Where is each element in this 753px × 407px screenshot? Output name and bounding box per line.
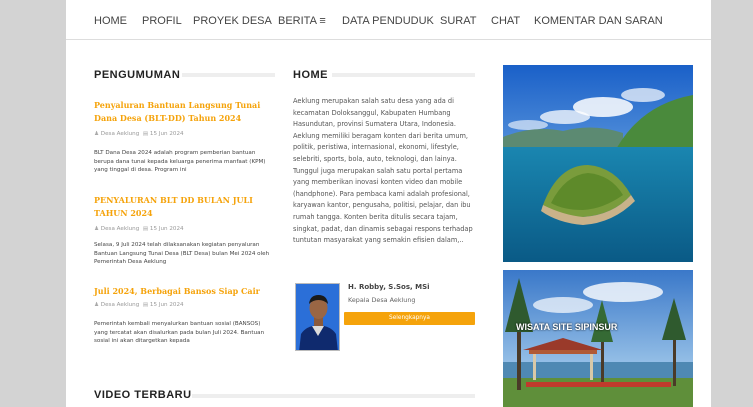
nav-berita[interactable]: BERITA ≡ (278, 15, 326, 27)
announcement-1-author: Desa Aeklung (100, 131, 140, 137)
pengumuman-heading-line (182, 73, 275, 77)
user-icon: ♟ (94, 131, 100, 137)
read-more-button[interactable]: Selengkapnya (344, 312, 475, 325)
calendar-icon: ▤ (142, 226, 149, 232)
user-icon: ♟ (94, 302, 100, 308)
announcement-3-title[interactable]: Juli 2024, Berbagai Bansos Siap Cair (94, 285, 274, 298)
site-sipinsur-photo: WISATA SITE SIPINSUR (503, 270, 693, 407)
announcement-1-excerpt: BLT Dana Desa 2024 adalah program pember… (94, 150, 266, 174)
calendar-icon: ▤ (142, 302, 149, 308)
user-icon: ♟ (94, 226, 100, 232)
nav-profil[interactable]: PROFIL (142, 15, 182, 27)
page: HOME PROFIL PROYEK DESA BERITA ≡ DATA PE… (66, 0, 711, 407)
announcement-3-date: 15 Jun 2024 (149, 302, 184, 308)
home-heading: HOME (293, 69, 328, 81)
announcement-2-author: Desa Aeklung (100, 226, 140, 232)
nav-surat[interactable]: SURAT (440, 15, 476, 27)
announcement-2-meta: ♟ Desa Aeklung ▤ 15 Jun 2024 (94, 226, 184, 232)
announcement-2-title[interactable]: PENYALURAN BLT DD BULAN JULI TAHUN 2024 (94, 194, 274, 219)
announcement-3-meta: ♟ Desa Aeklung ▤ 15 Jun 2024 (94, 302, 184, 308)
nav-home[interactable]: HOME (94, 15, 127, 27)
announcement-1-meta: ♟ Desa Aeklung ▤ 15 Jun 2024 (94, 131, 184, 137)
top-navigation: HOME PROFIL PROYEK DESA BERITA ≡ DATA PE… (66, 0, 711, 40)
calendar-icon: ▤ (142, 131, 149, 137)
nav-komentar-dan-saran[interactable]: KOMENTAR DAN SARAN (534, 15, 663, 27)
nav-chat[interactable]: CHAT (491, 15, 520, 27)
announcement-3-excerpt: Pemerintah kembali menyalurkan bantuan s… (94, 321, 265, 345)
video-heading: VIDEO TERBARU (94, 389, 192, 401)
village-head-photo (295, 283, 340, 351)
site-sign-text: WISATA SITE SIPINSUR (516, 322, 618, 332)
announcement-1-title[interactable]: Penyaluran Bantuan Langsung Tunai Dana D… (94, 99, 274, 124)
video-heading-line (192, 394, 475, 398)
announcement-2-excerpt: Selasa, 9 Juli 2024 telah dilaksanakan k… (94, 242, 270, 266)
nav-proyek-desa[interactable]: PROYEK DESA (193, 15, 272, 27)
home-intro-text: Aeklung merupakan salah satu desa yang a… (293, 97, 473, 245)
village-head-role: Kepala Desa Aeklung (348, 296, 416, 304)
announcement-3-author: Desa Aeklung (100, 302, 140, 308)
village-head-name: H. Robby, S.Sos, MSi (348, 283, 430, 291)
nav-data-penduduk[interactable]: DATA PENDUDUK (342, 15, 434, 27)
announcement-2-date: 15 Jun 2024 (149, 226, 184, 232)
pengumuman-heading: PENGUMUMAN (94, 69, 181, 81)
announcement-1-date: 15 Jun 2024 (149, 131, 184, 137)
lake-toba-photo (503, 65, 693, 262)
home-heading-line (332, 73, 475, 77)
